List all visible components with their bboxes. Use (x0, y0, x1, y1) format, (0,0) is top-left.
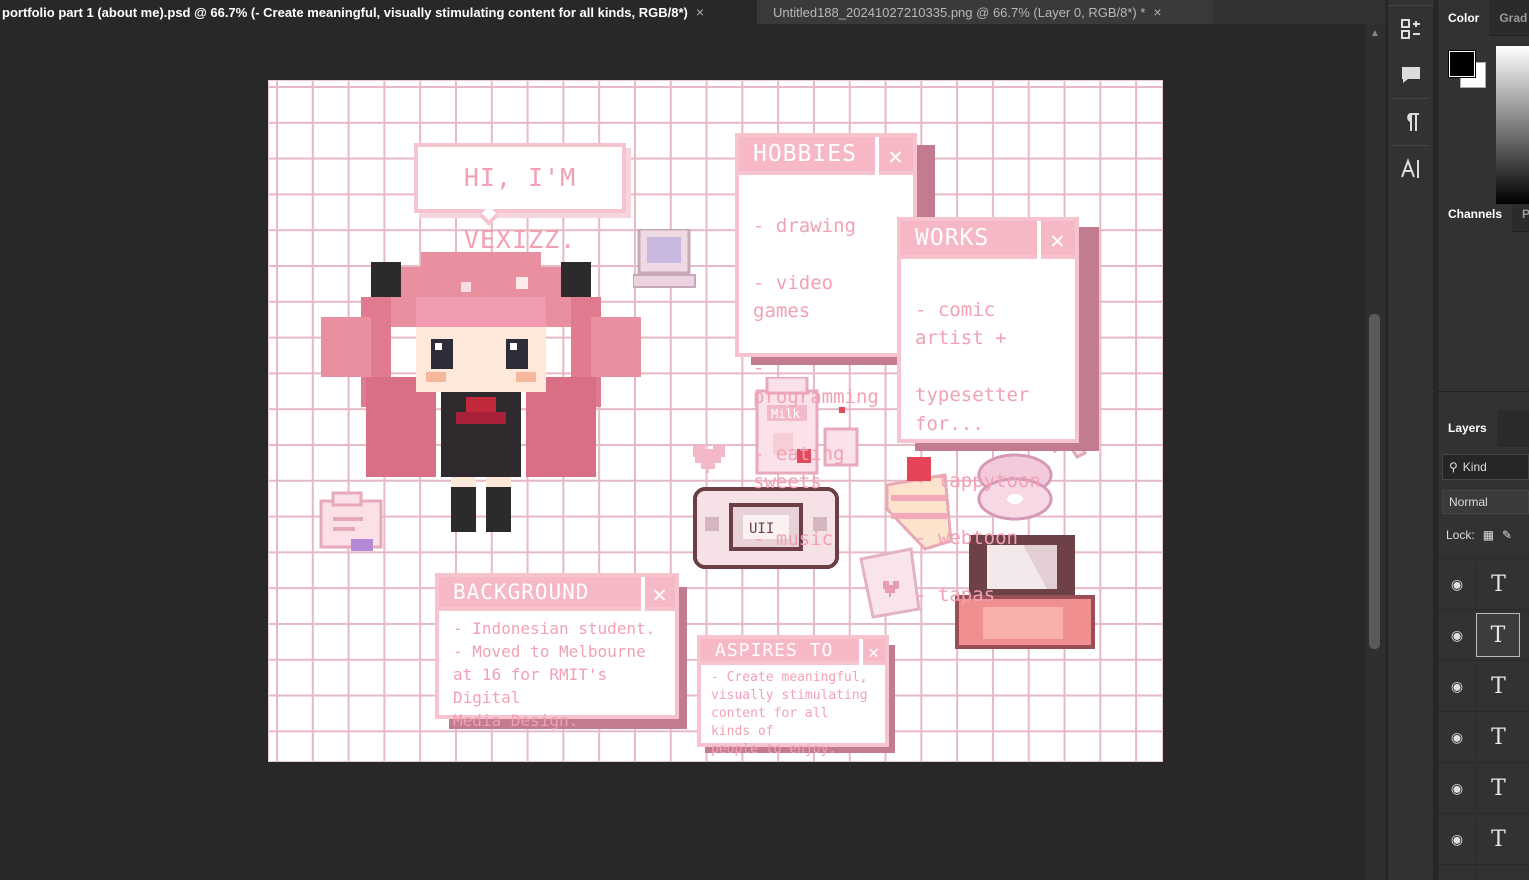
document-tab-bar: portfolio part 1 (about me).psd @ 66.7% … (0, 0, 1385, 24)
layer-row[interactable]: ◉T (1438, 864, 1529, 880)
lock-label: Lock: (1446, 528, 1475, 542)
hobbies-list: - drawing - video games - programming - … (739, 175, 913, 590)
tab-layers[interactable]: Layers (1438, 409, 1497, 446)
visibility-eye-icon[interactable]: ◉ (1438, 831, 1476, 848)
layer-row[interactable]: ◉T (1438, 813, 1529, 864)
visibility-eye-icon[interactable]: ◉ (1438, 576, 1476, 593)
works-window: WORKS ✕ - comic artist + typesetter for.… (897, 217, 1079, 606)
layer-row[interactable]: ◉T (1438, 711, 1529, 762)
lock-row: Lock: ▦ ✎ (1438, 524, 1529, 546)
tab-gradients[interactable]: Grad (1489, 0, 1529, 36)
works-item: - webtoon (915, 526, 1018, 549)
history-icon[interactable] (1388, 6, 1434, 52)
color-panel (1438, 36, 1529, 204)
visibility-eye-icon[interactable]: ◉ (1438, 729, 1476, 746)
background-title-text: BACKGROUND (453, 580, 590, 604)
aspires-title-text: ASPIRES TO (715, 639, 834, 661)
works-item: - tappytoon (915, 469, 1041, 492)
right-panels: Color Grad Channels P Layers ⚲ Kind Norm… (1437, 0, 1529, 880)
text-layer-icon: T (1476, 613, 1520, 657)
hobby-item: - drawing (753, 214, 856, 237)
works-item: - tapas (915, 583, 996, 606)
blend-mode-select[interactable]: Normal (1442, 490, 1529, 514)
hobbies-window: HOBBIES ✕ - drawing - video games - prog… (735, 133, 917, 550)
retro-computer-sprite (633, 229, 696, 288)
comments-icon[interactable] (1388, 52, 1434, 98)
hobby-item: - music (753, 528, 834, 550)
speech-bubble: HI, I'M VEXIZZ. (414, 143, 626, 254)
hobbies-title-text: HOBBIES (753, 141, 857, 167)
layers-panel-tabs: Layers (1438, 409, 1529, 446)
tab-label: Untitled188_20241027210335.png @ 66.7% (… (773, 4, 1146, 20)
foreground-color-swatch[interactable] (1448, 50, 1476, 78)
channels-panel (1438, 232, 1529, 392)
visibility-eye-icon[interactable]: ◉ (1438, 627, 1476, 644)
aspires-window: ASPIRES TO ✕ - Create meaningful, visual… (697, 635, 889, 757)
text-layer-icon: T (1476, 766, 1520, 810)
tab-color[interactable]: Color (1438, 0, 1490, 36)
visibility-eye-icon[interactable]: ◉ (1438, 678, 1476, 695)
color-picker-field[interactable] (1496, 46, 1529, 204)
layer-row[interactable]: ◉T (1438, 762, 1529, 813)
layer-filter-field[interactable]: ⚲ Kind (1442, 454, 1529, 480)
canvas-vertical-scrollbar[interactable]: ▲ (1365, 24, 1385, 880)
paragraph-icon[interactable] (1388, 99, 1434, 145)
works-item: - comic artist + (915, 298, 1007, 350)
blend-mode-value: Normal (1449, 495, 1488, 509)
filter-kind-label: Kind (1462, 460, 1487, 474)
text-layer-icon: T (1476, 715, 1520, 759)
background-title: BACKGROUND ✕ (439, 577, 675, 611)
background-window: BACKGROUND ✕ - Indonesian student. - Mov… (435, 573, 679, 730)
color-panel-tabs: Color Grad (1438, 0, 1529, 36)
layers-list: ◉T ◉T ◉T ◉T ◉T ◉T ◉T (1438, 558, 1529, 880)
close-icon[interactable]: ✕ (641, 577, 675, 611)
lock-transparency-icon[interactable]: ▦ (1483, 528, 1494, 542)
character-icon[interactable] (1388, 146, 1434, 192)
tab-portfolio-psd[interactable]: portfolio part 1 (about me).psd @ 66.7% … (0, 0, 757, 24)
hobby-item: - programming (753, 357, 879, 408)
text-layer-icon: T (1476, 868, 1520, 880)
background-text: - Indonesian student. - Moved to Melbour… (453, 619, 656, 730)
close-icon[interactable]: × (696, 4, 704, 20)
layer-row[interactable]: ◉T (1438, 660, 1529, 711)
text-layer-icon: T (1476, 664, 1520, 708)
heart-sprite (693, 445, 725, 473)
aspires-text: - Create meaningful, visually stimulatin… (711, 670, 868, 757)
search-icon: ⚲ (1449, 460, 1458, 474)
scrollbar-thumb[interactable] (1369, 314, 1380, 649)
document-canvas[interactable]: HI, I'M VEXIZZ. Milk UII HOBBIES ✕ - dra… (268, 80, 1163, 762)
hobbies-title: HOBBIES ✕ (739, 137, 913, 175)
text-layer-icon: T (1476, 562, 1520, 606)
scroll-up-icon[interactable]: ▲ (1370, 28, 1380, 39)
layer-row[interactable]: ◉T (1438, 609, 1529, 660)
text-layer-icon: T (1476, 817, 1520, 861)
close-icon[interactable]: ✕ (859, 639, 885, 665)
close-icon[interactable]: ✕ (875, 137, 913, 175)
panel-tool-strip (1387, 0, 1433, 880)
lock-brush-icon[interactable]: ✎ (1502, 528, 1512, 542)
tab-untitled-png[interactable]: Untitled188_20241027210335.png @ 66.7% (… (757, 0, 1213, 24)
envelope-sprite (319, 491, 383, 551)
close-icon[interactable]: × (1153, 4, 1161, 20)
layer-row[interactable]: ◉T (1438, 558, 1529, 609)
works-list: - comic artist + typesetter for... - tap… (901, 259, 1075, 646)
aspires-title: ASPIRES TO ✕ (701, 639, 885, 665)
hobby-item: - eating sweets (753, 442, 845, 494)
close-icon[interactable]: ✕ (1037, 221, 1075, 259)
hobby-item: - video games (753, 271, 834, 323)
works-item: typesetter for... (915, 384, 1030, 435)
works-title-text: WORKS (915, 225, 990, 251)
works-title: WORKS ✕ (901, 221, 1075, 259)
tab-label: portfolio part 1 (about me).psd @ 66.7% … (2, 4, 688, 20)
visibility-eye-icon[interactable]: ◉ (1438, 780, 1476, 797)
